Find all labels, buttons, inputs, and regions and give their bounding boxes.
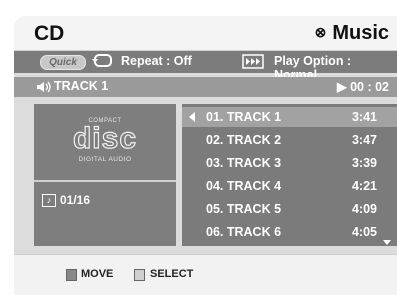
track-name: 03. TRACK 3: [206, 156, 282, 170]
track-duration: 4:05: [351, 225, 377, 239]
logo-disc-text: disc: [72, 121, 138, 155]
options-bar: Quick Repeat : Off Play Option : Normal: [14, 51, 397, 82]
move-hint: MOVE: [81, 268, 114, 280]
panel-divider: [34, 180, 176, 182]
now-playing-bar: TRACK 1 ▶ 00 : 02: [14, 77, 397, 97]
mode-label: ⊗ Music: [315, 22, 389, 45]
disc-info-panel: COMPACT disc DIGITAL AUDIO ♪ 01/16: [34, 104, 176, 246]
track-row[interactable]: 02. TRACK 2 3:47: [182, 130, 397, 150]
track-row[interactable]: 04. TRACK 4 4:21: [182, 176, 397, 196]
select-key-icon: [134, 269, 145, 281]
track-row[interactable]: 03. TRACK 3 3:39: [182, 153, 397, 173]
footer-help-bar: MOVE SELECT: [14, 254, 397, 295]
scroll-down-icon[interactable]: [383, 240, 391, 245]
header-bar: CD ⊗ Music: [14, 16, 397, 51]
move-key-icon: [66, 269, 77, 281]
track-name: 06. TRACK 6: [206, 225, 282, 239]
track-name: 02. TRACK 2: [206, 133, 282, 147]
play-option-icon: [242, 54, 264, 69]
track-name: 01. TRACK 1: [206, 110, 282, 124]
track-duration: 3:47: [351, 133, 377, 147]
page-title: CD: [34, 22, 65, 45]
track-row[interactable]: 06. TRACK 6 4:05: [182, 222, 397, 242]
track-duration: 4:21: [351, 179, 377, 193]
music-mode-icon: ⊗: [314, 24, 327, 40]
track-name: 04. TRACK 4: [206, 179, 282, 193]
selected-arrow-icon: [189, 112, 195, 122]
track-name: 05. TRACK 5: [206, 202, 282, 216]
track-list: 01. TRACK 1 3:41 02. TRACK 2 3:47 03. TR…: [182, 104, 397, 246]
track-duration: 3:41: [351, 110, 377, 124]
current-track: TRACK 1: [54, 79, 109, 93]
select-hint: SELECT: [150, 268, 194, 280]
quick-button[interactable]: Quick: [40, 55, 86, 70]
track-row[interactable]: 05. TRACK 5 4:09: [182, 199, 397, 219]
music-note-icon: ♪: [42, 194, 56, 207]
logo-digital-text: DIGITAL AUDIO: [78, 156, 132, 163]
repeat-icon: [92, 54, 112, 67]
compact-disc-logo: COMPACT disc DIGITAL AUDIO: [34, 104, 176, 180]
elapsed-time: ▶ 00 : 02: [336, 80, 389, 94]
track-row[interactable]: 01. TRACK 1 3:41: [182, 107, 397, 127]
mode-text: Music: [332, 22, 389, 44]
track-duration: 4:09: [351, 202, 377, 216]
track-count: 01/16: [60, 193, 91, 207]
cd-music-screen: CD ⊗ Music Quick Repeat : Off Play Option…: [14, 16, 397, 295]
speaker-icon: [37, 81, 51, 93]
track-duration: 3:39: [351, 156, 377, 170]
repeat-option[interactable]: Repeat : Off: [121, 54, 192, 68]
